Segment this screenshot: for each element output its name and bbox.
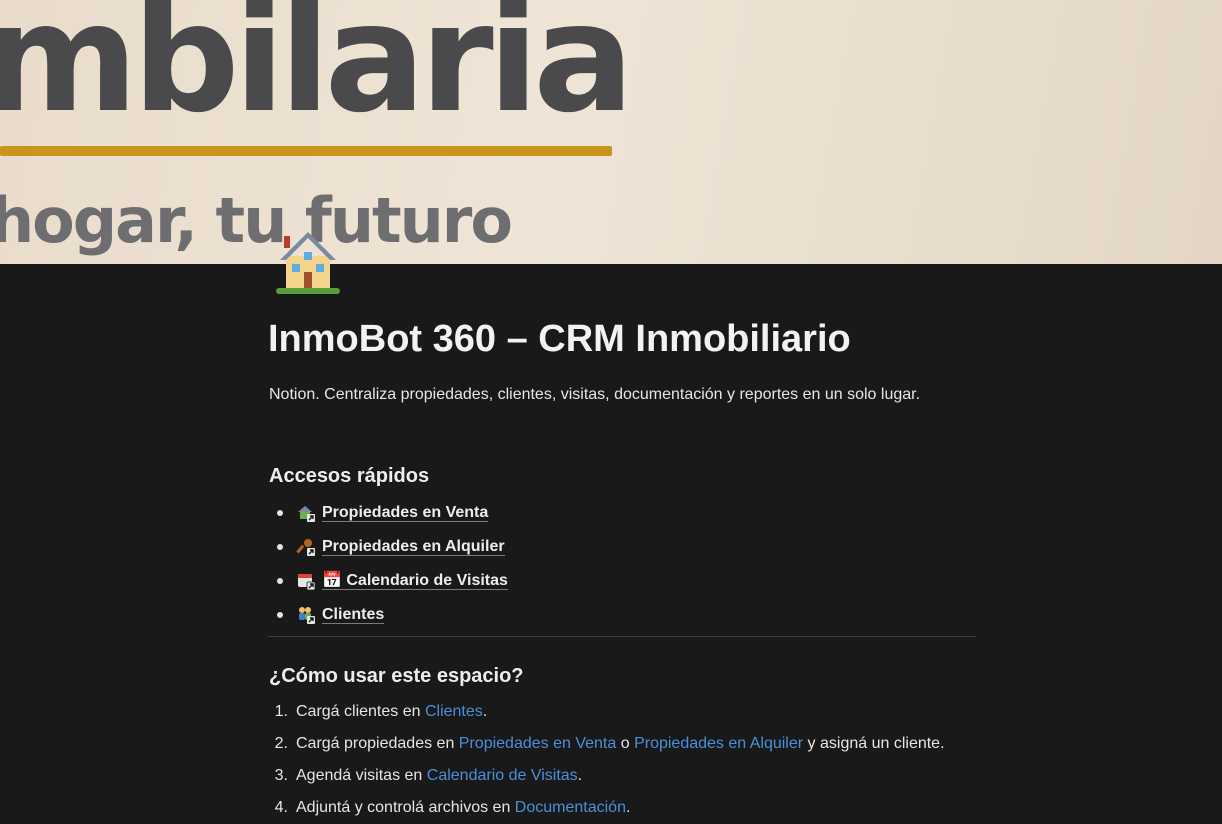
people-link-icon (299, 607, 315, 624)
cover-image: mbilaria hogar, tu futuro (0, 0, 1222, 264)
list-item: 1. Cargá clientes en Clientes. (268, 696, 945, 728)
list-item: 2. Cargá propiedades en Propiedades en V… (268, 728, 945, 760)
step-number: 2. (274, 735, 288, 752)
step-text: Cargá clientes en (296, 703, 421, 720)
list-item: Propiedades en Alquiler (268, 530, 508, 564)
cover-brand-text: mbilaria (0, 0, 634, 146)
step-text: . (482, 703, 488, 720)
link-calendario-inline[interactable]: Calendario de Visitas (427, 767, 578, 785)
step-text: Cargá propiedades en (296, 735, 455, 752)
key-link-icon (296, 539, 315, 556)
step-text: . (577, 767, 583, 784)
cover-gold-bar (0, 146, 612, 156)
quick-access-heading: Accesos rápidos (269, 465, 430, 487)
howto-steps-list: 1. Cargá clientes en Clientes. 2. Cargá … (268, 696, 945, 824)
divider (268, 636, 976, 637)
step-number: 4. (274, 799, 288, 816)
quick-access-list: Propiedades en Venta Propiedades en Alqu… (268, 496, 508, 632)
link-clientes-inline[interactable]: Clientes (425, 703, 483, 721)
list-item: 3. Agendá visitas en Calendario de Visit… (268, 760, 945, 792)
page-title: InmoBot 360 – CRM Inmobiliario (268, 318, 851, 360)
calendar-link-icon (298, 574, 316, 591)
list-item: 📅 Calendario de Visitas (268, 564, 508, 598)
link-documentacion-inline[interactable]: Documentación (515, 799, 626, 817)
step-text: y asigná un cliente. (807, 735, 945, 752)
step-number: 1. (274, 703, 288, 720)
step-text: o (620, 735, 630, 752)
page-description: Notion. Centraliza propiedades, clientes… (269, 386, 921, 403)
house-icon[interactable] (272, 226, 344, 298)
step-number: 3. (274, 767, 288, 784)
link-propiedades-alquiler[interactable]: Propiedades en Alquiler (322, 538, 505, 556)
link-calendario-visitas[interactable]: 📅 Calendario de Visitas (322, 572, 508, 590)
howto-heading: ¿Cómo usar este espacio? (269, 665, 524, 687)
list-item: Propiedades en Venta (268, 496, 508, 530)
cover-tagline: hogar, tu futuro (0, 184, 513, 257)
list-item: 4. Adjuntá y controlá archivos en Docume… (268, 792, 945, 824)
step-text: Adjuntá y controlá archivos en (296, 799, 511, 816)
link-propiedades-venta[interactable]: Propiedades en Venta (322, 504, 489, 522)
list-item: Clientes (268, 598, 508, 632)
link-propiedades-venta-inline[interactable]: Propiedades en Venta (459, 735, 616, 753)
step-text: Agendá visitas en (296, 767, 423, 784)
link-propiedades-alquiler-inline[interactable]: Propiedades en Alquiler (634, 735, 803, 753)
house-link-icon (298, 506, 315, 522)
link-clientes[interactable]: Clientes (322, 606, 385, 624)
step-text: . (625, 799, 631, 816)
